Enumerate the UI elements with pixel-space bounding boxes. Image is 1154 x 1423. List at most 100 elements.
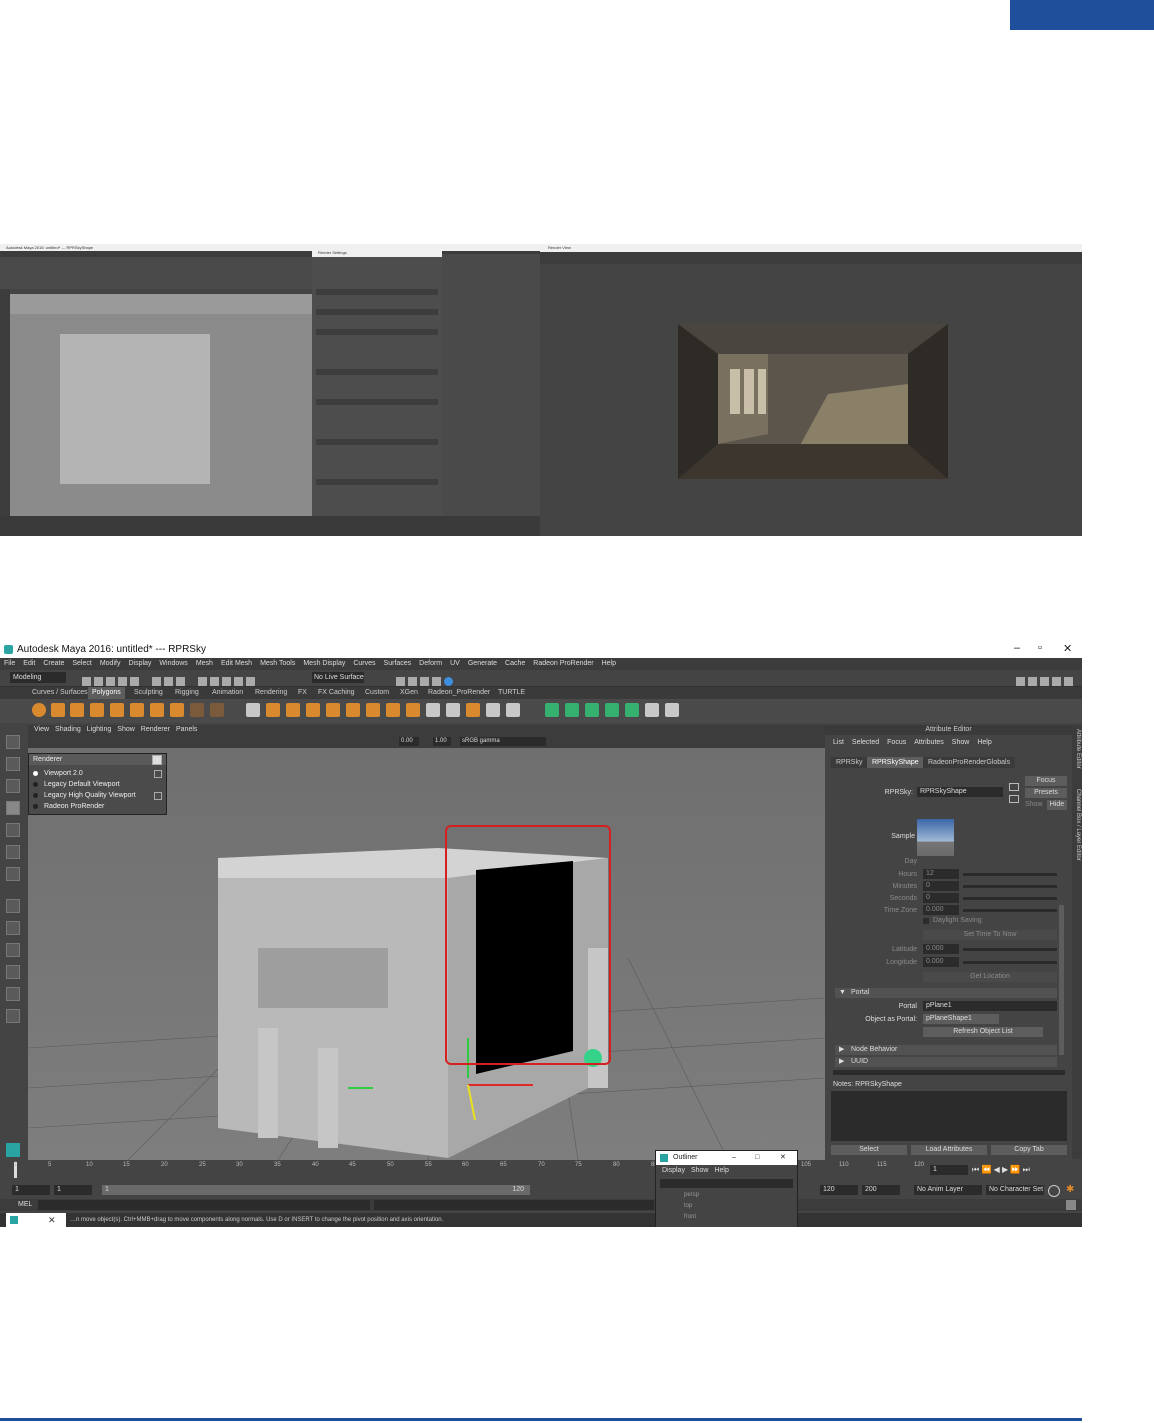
vp-menu-show[interactable]: Show [117,726,135,733]
renderer-option[interactable]: Radeon ProRender [29,801,166,812]
select-component-icon[interactable] [176,677,185,686]
outliner-menu-help[interactable]: Help [714,1167,728,1174]
lasso-tool-icon[interactable] [6,757,20,771]
select-tool-icon[interactable] [6,735,20,749]
renderer-dropdown[interactable]: Renderer Viewport 2.0 Legacy Default Vie… [28,753,167,815]
outliner-item-persp[interactable]: persp [684,1192,699,1198]
focus-button[interactable]: Focus [1025,776,1067,786]
show-label[interactable]: Show [1025,801,1045,808]
toolsettings-icon[interactable] [1040,677,1049,686]
side-tab-attribute-editor[interactable]: Attribute Editor [1073,729,1081,769]
menu-cache[interactable]: Cache [505,660,525,667]
menu-modify[interactable]: Modify [100,660,121,667]
command-input[interactable] [38,1200,370,1210]
attribute-editor-icon[interactable] [1064,677,1073,686]
render-settings-icon[interactable] [396,677,405,686]
vp-menu-renderer[interactable]: Renderer [141,726,170,733]
paint-select-icon[interactable] [6,779,20,793]
minutes-field[interactable]: 0 [923,881,959,891]
ae-menu-selected[interactable]: Selected [852,739,879,746]
go-to-start-icon[interactable]: ⏮ [972,1165,979,1174]
script-editor-icon[interactable] [1066,1200,1076,1210]
character-set-dropdown[interactable]: No Character Set [986,1185,1044,1195]
menu-surfaces[interactable]: Surfaces [384,660,412,667]
seconds-slider[interactable] [963,897,1057,900]
minutes-slider[interactable] [963,885,1057,888]
menu-select[interactable]: Select [72,660,91,667]
persp-graph-icon[interactable] [6,965,20,979]
anim-layer-dropdown[interactable]: No Anim Layer [914,1185,982,1195]
checker-icon[interactable] [645,703,659,717]
combine-icon[interactable] [246,703,260,717]
set-time-now-button[interactable]: Set Time To Now [923,930,1057,940]
merge-icon[interactable] [506,703,520,717]
poly-text-icon[interactable] [190,703,204,717]
portal-section-header[interactable]: ▼ Portal [835,988,1057,998]
menu-uv[interactable]: UV [450,660,460,667]
hours-slider[interactable] [963,873,1057,876]
daylight-saving-checkbox[interactable] [923,918,929,924]
poly-cone-icon[interactable] [90,703,104,717]
planar-mapping-icon[interactable] [545,703,559,717]
vp-menu-view[interactable]: View [34,726,49,733]
menu-mesh-tools[interactable]: Mesh Tools [260,660,295,667]
scale-tool-icon[interactable] [6,845,20,859]
poly-pyramid-icon[interactable] [150,703,164,717]
layout-icon[interactable] [1028,677,1037,686]
tab-rprskyshape[interactable]: RPRSkyShape [867,757,924,768]
live-surface-field[interactable]: No Live Surface [312,672,364,683]
command-language-label[interactable]: MEL [18,1199,32,1211]
side-tab-channel-box[interactable]: Channel Box / Layer Editor [1073,789,1081,861]
menu-display[interactable]: Display [128,660,151,667]
target-weld-icon[interactable] [466,703,480,717]
go-to-end-icon[interactable]: ⏭ [1023,1165,1030,1174]
focus-node-icon[interactable] [1009,783,1019,791]
layout-custom-icon[interactable] [6,1009,20,1023]
boolean-icon[interactable] [306,703,320,717]
select-button[interactable]: Select [831,1145,907,1155]
step-back-icon[interactable]: ◀ [994,1165,1000,1174]
copy-tab-button[interactable]: Copy Tab [991,1145,1067,1155]
fill-hole-icon[interactable] [406,703,420,717]
shelf-tab-rendering[interactable]: Rendering [251,687,291,699]
presets-button[interactable]: Presets [1025,788,1067,798]
ae-menu-focus[interactable]: Focus [887,739,906,746]
close-icon[interactable]: ✕ [780,1151,786,1165]
shelf-tab-fx[interactable]: FX [294,687,311,699]
range-end-field[interactable]: 120 [820,1185,858,1195]
menu-file[interactable]: File [4,660,15,667]
menu-create[interactable]: Create [43,660,64,667]
hypershade-icon[interactable] [432,677,441,686]
poly-torus-icon[interactable] [130,703,144,717]
ipr-render-icon[interactable] [420,677,429,686]
latitude-field[interactable]: 0.000 [923,944,959,954]
range-start-field[interactable]: 1 [54,1185,92,1195]
poly-sphere-icon[interactable] [32,703,46,717]
last-tool-icon[interactable] [6,867,20,881]
insert-edge-loop-icon[interactable] [426,703,440,717]
menu-set-dropdown[interactable]: Modeling [10,672,66,683]
renderer-option[interactable]: Legacy Default Viewport [29,779,166,790]
hours-field[interactable]: 12 [923,869,959,879]
exposure-field[interactable]: 0.00 [399,737,419,746]
tab-rprsky[interactable]: RPRSky [831,757,868,768]
step-back-key-icon[interactable]: ⏪ [981,1165,991,1174]
undo-icon[interactable] [118,677,127,686]
menu-edit[interactable]: Edit [23,660,35,667]
extrude-icon[interactable] [346,703,360,717]
close-icon[interactable]: ✕ [48,1213,56,1227]
poly-cube-icon[interactable] [51,703,65,717]
sculpt-icon[interactable] [1016,677,1025,686]
node-behavior-section[interactable]: ▶ Node Behavior [835,1045,1057,1055]
snap-grid-icon[interactable] [198,677,207,686]
end-frame-field[interactable]: 200 [862,1185,900,1195]
renderer-option[interactable]: Legacy High Quality Viewport [29,790,166,801]
separate-icon[interactable] [266,703,280,717]
menu-deform[interactable]: Deform [419,660,442,667]
maximize-icon[interactable]: □ [755,1151,759,1165]
snap-curve-icon[interactable] [210,677,219,686]
multi-cut-icon[interactable] [446,703,460,717]
range-slider-bar[interactable]: 1 120 [102,1185,530,1195]
render-frame-icon[interactable] [408,677,417,686]
option-box-icon[interactable] [154,792,162,800]
